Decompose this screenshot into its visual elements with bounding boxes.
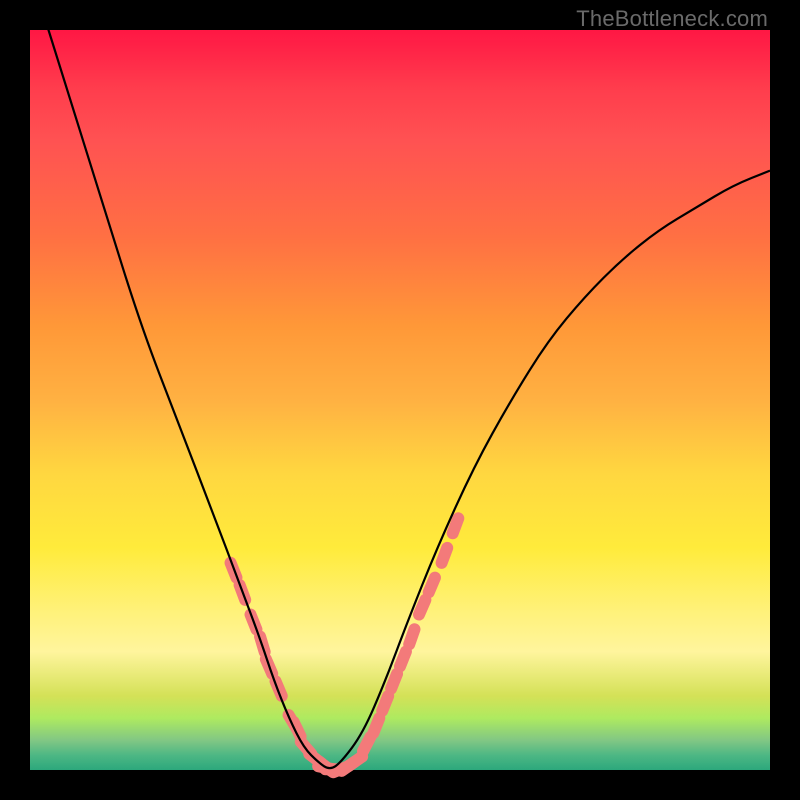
gradient-plot-area (30, 30, 770, 770)
watermark-text: TheBottleneck.com (576, 6, 768, 32)
